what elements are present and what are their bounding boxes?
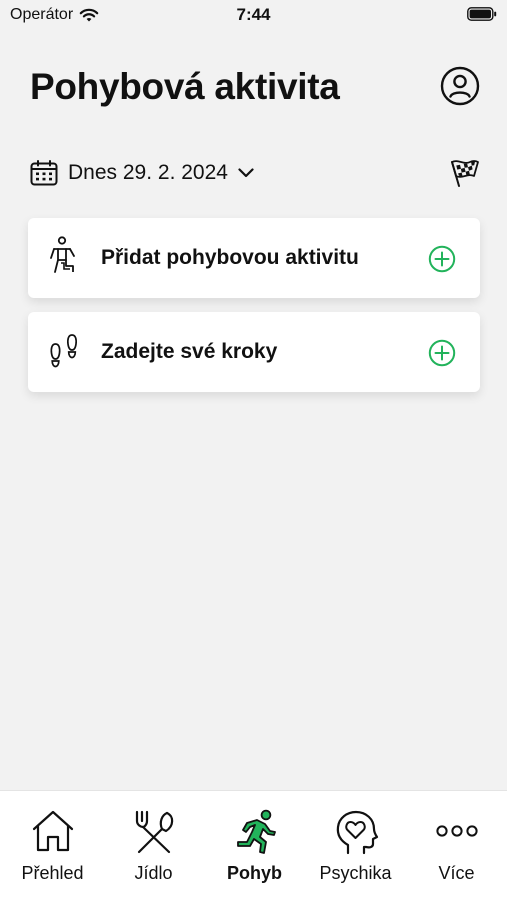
tab-bar: Přehled Jídlo Pohyb Psychika Více [0, 790, 507, 901]
fork-knife-icon [135, 810, 173, 854]
calendar-icon [30, 160, 58, 186]
page-title: Pohybová aktivita [30, 66, 340, 107]
plus-circle-icon[interactable] [428, 339, 456, 367]
enter-steps-label: Zadejte své kroky [101, 340, 278, 363]
date-label: Dnes 29. 2. 2024 [68, 161, 228, 184]
battery-icon [467, 7, 497, 21]
plus-circle-icon[interactable] [428, 245, 456, 273]
home-icon [32, 810, 73, 852]
checkered-flag-icon[interactable] [448, 158, 480, 188]
tab-label: Pohyb [226, 863, 282, 883]
running-person-icon [236, 809, 276, 854]
tab-label: Jídlo [134, 863, 173, 883]
date-selector[interactable]: Dnes 29. 2. 2024 [30, 156, 254, 190]
profile-icon[interactable] [440, 66, 480, 106]
tab-label: Psychika [319, 863, 392, 883]
tab-prehled[interactable]: Přehled [2, 791, 103, 901]
tab-label: Přehled [21, 863, 84, 883]
add-activity-card[interactable]: Přidat pohybovou aktivitu [28, 218, 480, 298]
status-bar: Operátor 7:44 [0, 0, 507, 32]
status-time: 7:44 [236, 5, 271, 24]
enter-steps-card[interactable]: Zadejte své kroky [28, 312, 480, 392]
tab-vice[interactable]: Více [406, 791, 507, 901]
chevron-down-icon [238, 168, 254, 178]
footprints-icon [50, 334, 77, 368]
header: Pohybová aktivita [30, 60, 480, 120]
tab-jidlo[interactable]: Jídlo [103, 791, 204, 901]
tab-label: Více [438, 863, 475, 883]
head-heart-icon [336, 810, 378, 855]
more-dots-icon [435, 825, 478, 837]
person-stepping-icon [50, 236, 75, 273]
date-row: Dnes 29. 2. 2024 [30, 156, 480, 190]
tab-psychika[interactable]: Psychika [305, 791, 406, 901]
tab-pohyb[interactable]: Pohyb [204, 791, 305, 901]
add-activity-label: Přidat pohybovou aktivitu [101, 246, 359, 269]
